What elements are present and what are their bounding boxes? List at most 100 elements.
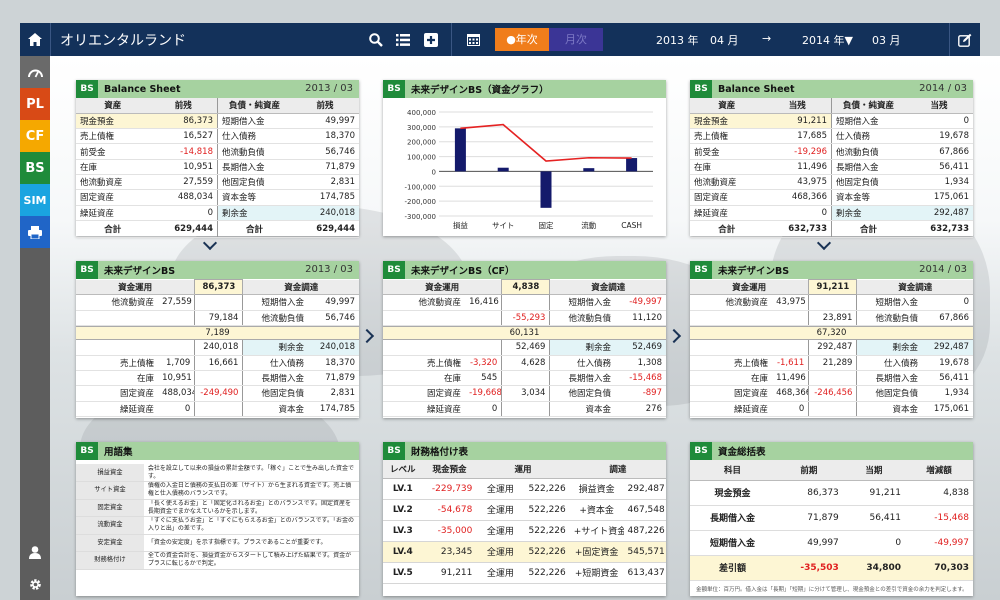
card-title: 未来デザインBS（CF） bbox=[411, 266, 515, 277]
bar bbox=[454, 128, 466, 172]
table-row: 繰延資産 0 資本金 174,785 bbox=[76, 401, 359, 417]
table-row: 固定資産 488,034 資本金等 174,785 bbox=[76, 189, 359, 206]
table-row: 292,487 剰余金 292,487 bbox=[690, 339, 973, 356]
y-tick-label: -200,000 bbox=[405, 198, 436, 206]
table-row: 売上債権 1,709 16,661 仕入債務 18,370 bbox=[76, 355, 359, 371]
card-title: 資金総括表 bbox=[718, 447, 766, 458]
tab-monthly[interactable]: 月次 bbox=[549, 28, 603, 51]
future-design-table: 資金運用 4,838 資金調達 他流動資産 16,416 短期借入金 -49,997 -5… bbox=[383, 278, 666, 326]
table-row: 売上債権 -1,611 21,289 仕入債務 19,678 bbox=[690, 355, 973, 371]
table-row: 23,891 他流動負債 67,866 bbox=[690, 310, 973, 326]
table-row: 固定資産 -19,668 3,034 他固定負債 -897 bbox=[383, 385, 666, 402]
table-row: 短期借入金 49,997 0 -49,997 bbox=[690, 530, 973, 556]
card-date: 2014 / 03 bbox=[919, 264, 967, 275]
bs-badge: BS bbox=[690, 80, 712, 98]
bs-badge: BS bbox=[383, 261, 405, 279]
balance-sheet-2013-card: BS Balance Sheet 2013 / 03 資産 前残 負債・純資産 前残 現金… bbox=[76, 80, 359, 238]
sidebar-item-bs[interactable]: BS bbox=[20, 152, 50, 184]
x-tick-label: サイト bbox=[492, 221, 515, 230]
table-row: 他流動資産 27,559 短期借入金 49,997 bbox=[76, 294, 359, 311]
top-bar: オリエンタルランド ●年次 月次 2013 年 04 月 → 2014 年▼ 0… bbox=[20, 23, 980, 56]
table-row: 79,184 他流動負債 56,746 bbox=[76, 310, 359, 326]
to-month[interactable]: 03 月 bbox=[872, 32, 901, 48]
to-year-dropdown[interactable]: 2014 年▼ bbox=[802, 32, 853, 48]
settings-gear-icon[interactable] bbox=[20, 568, 50, 600]
search-icon[interactable] bbox=[363, 23, 389, 56]
card-title: Balance Sheet bbox=[718, 83, 795, 95]
calendar-icon[interactable] bbox=[460, 23, 486, 56]
future-design-table-bottom: 240,018 剰余金 240,018 売上債権 1,709 16,661 仕入債務 18,… bbox=[76, 339, 359, 417]
table-row: LV.2 -54,678 全運用 522,226 +資本金 467,548 bbox=[383, 499, 666, 521]
bs-badge: BS bbox=[76, 80, 98, 98]
summary-note: 金額単位：百万円。借入金は「長期」「短期」に分けて管理し、現金預金との差引で資金… bbox=[696, 586, 968, 593]
table-row: 長期借入金 71,879 56,411 -15,468 bbox=[690, 505, 973, 531]
rating-table: レベル 現金預金 運用 調達 LV.1 -229,739 全運用 522,226 損益資金 29… bbox=[383, 460, 666, 584]
table-row: LV.1 -229,739 全運用 522,226 損益資金 292,487 bbox=[383, 478, 666, 500]
table-row: 財務格付け 全ての資金合計を、損益資金からスタートして積み上げた結果です。資金がプ… bbox=[76, 551, 359, 570]
range-arrow: → bbox=[762, 32, 772, 45]
table-row: 他流動資産 16,416 短期借入金 -49,997 bbox=[383, 294, 666, 311]
table-row: 他流動資産 43,975 短期借入金 0 bbox=[690, 294, 973, 311]
bs-badge: BS bbox=[383, 80, 405, 98]
table-row: LV.4 23,345 全運用 522,226 +固定資金 545,571 bbox=[383, 541, 666, 563]
from-month[interactable]: 04 月 bbox=[710, 32, 739, 48]
edit-icon[interactable] bbox=[950, 23, 980, 56]
total-row: 差引額 -35,503 34,800 70,303 bbox=[690, 554, 973, 581]
table-row: 繰延資産 0 剰余金 292,487 bbox=[690, 205, 973, 221]
table-row: 前受金 -14,818 他流動負債 56,746 bbox=[76, 143, 359, 160]
table-row: 繰延資産 0 剰余金 240,018 bbox=[76, 205, 359, 221]
table-row: 固定資産 468,366 -246,456 他固定負債 1,934 bbox=[690, 385, 973, 402]
bs-badge: BS bbox=[383, 442, 405, 460]
glossary-card: BS 用語集 損益資金 会社を設立して以来の損益の累計金額です。「稼ぐ」ことで生み出… bbox=[76, 442, 359, 596]
table-row: 在庫 545 長期借入金 -15,468 bbox=[383, 370, 666, 387]
list-icon[interactable] bbox=[390, 23, 416, 56]
y-tick-label: 400,000 bbox=[407, 109, 436, 117]
print-icon[interactable] bbox=[20, 216, 50, 248]
table-row: 固定資産 468,366 資本金等 175,061 bbox=[690, 189, 973, 206]
table-row: 240,018 剰余金 240,018 bbox=[76, 339, 359, 356]
sidebar-item-pl[interactable]: PL bbox=[20, 88, 50, 120]
future-design-table: 資金運用 86,373 資金調達 他流動資産 27,559 短期借入金 49,997 79… bbox=[76, 278, 359, 326]
summary-table: 科目 前期 当期 増減額 現金預金 86,373 91,211 4,838 長期借入金 71,… bbox=[690, 460, 973, 581]
fund-summary-card: BS 資金総括表 科目 前期 当期 増減額 現金預金 86,373 91,211 4,838 … bbox=[690, 442, 973, 596]
sidebar-item-sim[interactable]: SIM bbox=[20, 184, 50, 216]
card-title: Balance Sheet bbox=[104, 83, 181, 95]
home-icon[interactable] bbox=[20, 23, 50, 56]
table-row: 他流動資産 27,559 他固定負債 2,831 bbox=[76, 174, 359, 191]
from-year[interactable]: 2013 年 bbox=[656, 32, 699, 48]
fund-graph-card: BS 未来デザインBS（資金グラフ） 400,000 300,000 200,000 1… bbox=[383, 80, 666, 236]
card-date: 2013 / 03 bbox=[305, 264, 353, 275]
fund-chart: 400,000 300,000 200,000 100,000 0 -100,000 -20… bbox=[405, 109, 653, 230]
table-row: LV.3 -35,000 全運用 522,226 +サイト資金 487,226 bbox=[383, 520, 666, 542]
tab-yearly[interactable]: ●年次 bbox=[495, 28, 549, 51]
sidebar: PL CF BS SIM bbox=[20, 56, 50, 600]
total-row: 合計 632,733 合計 632,733 bbox=[690, 219, 973, 238]
card-date: 2013 / 03 bbox=[305, 83, 353, 94]
user-icon[interactable] bbox=[20, 536, 50, 568]
table-row: 52,469 剰余金 52,469 bbox=[383, 339, 666, 356]
table-row: 他流動資産 43,975 他固定負債 1,934 bbox=[690, 174, 973, 191]
table-row: 流動資金 「すぐに支払うお金」と「すぐにもらえるお金」とのバランスです。「お金の入… bbox=[76, 516, 359, 535]
sidebar-item-cf[interactable]: CF bbox=[20, 120, 50, 152]
card-title: 未来デザインBS bbox=[104, 266, 176, 277]
table-row: 損益資金 会社を設立して以来の損益の累計金額です。「稼ぐ」ことで生み出した資金です… bbox=[76, 464, 359, 482]
future-design-cf-card: BS 未来デザインBS（CF） 資金運用 4,838 資金調達 他流動資産 16,416… bbox=[383, 261, 666, 418]
app-title: オリエンタルランド bbox=[60, 33, 186, 49]
table-row: 在庫 10,951 長期借入金 71,879 bbox=[76, 370, 359, 387]
net-band: 67,320 bbox=[690, 325, 973, 340]
table-row: -55,293 他流動負債 11,120 bbox=[383, 310, 666, 326]
balance-sheet-table: 資産 前残 負債・純資産 前残 現金預金 86,373 短期借入金 49,997 売上債権 1… bbox=[76, 98, 359, 238]
add-icon[interactable] bbox=[418, 23, 444, 56]
table-row: 前受金 -19,296 他流動負債 67,866 bbox=[690, 143, 973, 160]
bs-badge: BS bbox=[690, 442, 712, 460]
net-band: 7,189 bbox=[76, 325, 359, 340]
table-row: 安定資金 「資金の安定度」を示す指標です。プラスであることが重要です。 bbox=[76, 534, 359, 552]
table-row: LV.5 91,211 全運用 522,226 +短期資金 613,437 bbox=[383, 562, 666, 584]
table-row: 繰延資産 0 資本金 276 bbox=[383, 401, 666, 417]
table-row: 売上債権 -3,320 4,628 仕入債務 1,308 bbox=[383, 355, 666, 371]
y-tick-label: -100,000 bbox=[405, 183, 436, 191]
bs-badge: BS bbox=[690, 261, 712, 279]
glossary-table: 損益資金 会社を設立して以来の損益の累計金額です。「稼ぐ」ことで生み出した資金です… bbox=[76, 464, 359, 570]
table-row: 売上債権 16,527 仕入債務 18,370 bbox=[76, 128, 359, 145]
dashboard-icon[interactable] bbox=[20, 56, 50, 88]
